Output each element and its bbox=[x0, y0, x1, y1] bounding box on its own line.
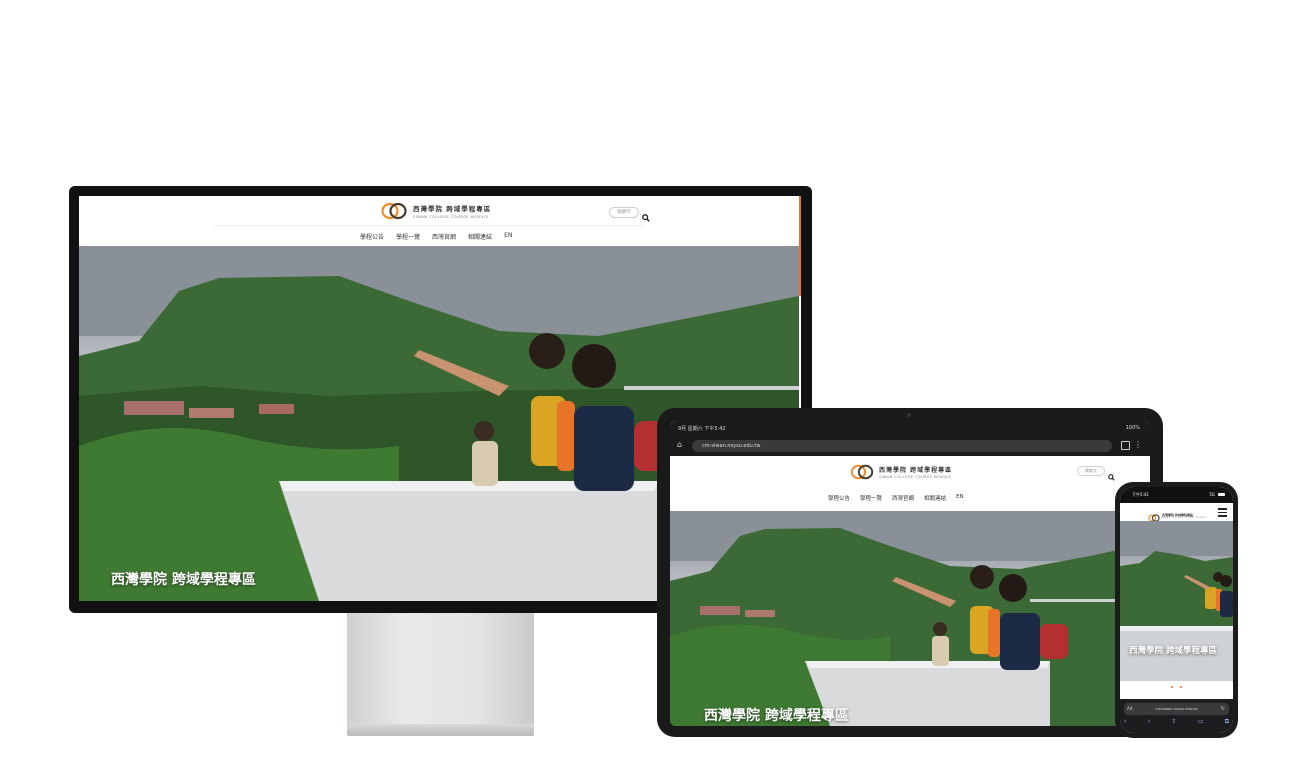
phone-site-header: 西灣學院 跨域學程專區 SIWAN COLLEGE COURSE MODULE bbox=[1120, 503, 1233, 522]
tabs-icon[interactable] bbox=[1121, 441, 1130, 450]
phone-status-bar: 下午5:41 5G bbox=[1120, 487, 1233, 503]
scrollbar[interactable] bbox=[799, 196, 801, 296]
phone-hero-image: 西灣學院 跨域學程專區 bbox=[1120, 521, 1233, 681]
site-header: 西灣學院 跨域學程專區 SIWAN COLLEGE COURSE MODULE … bbox=[79, 196, 801, 246]
tablet-camera bbox=[907, 413, 911, 417]
phone-device: 下午5:41 5G 西灣學院 跨域學程專區 SIWAN COLLEGE COUR… bbox=[1115, 482, 1238, 738]
tablet-status-bar: 9月 星期六 下午5:42 100% bbox=[670, 421, 1150, 436]
tablet-battery: 100% bbox=[1125, 425, 1140, 431]
tablet-nav-item-related-links[interactable]: 相關連結 bbox=[924, 494, 946, 502]
share-icon[interactable]: ⇪ bbox=[1171, 718, 1176, 726]
tablet-browser-bar: ⌂ cm-siwan.nsysu.edu.tw ⋮ bbox=[670, 436, 1150, 456]
phone-browser-bar: AA cm-siwan.nsysu.edu.tw ↻ ‹ › ⇪ ▭ ⧉ bbox=[1120, 699, 1233, 733]
tablet-hero-image: 西灣學院 跨域學程專區 bbox=[670, 511, 1150, 726]
tablet-logo-subtitle: SIWAN COLLEGE COURSE MODULE bbox=[879, 475, 952, 480]
phone-logo-subtitle: SIWAN COLLEGE COURSE MODULE bbox=[1162, 516, 1207, 519]
tablet-logo-icon bbox=[850, 464, 874, 484]
site-logo[interactable]: 西灣學院 跨域學程專區 SIWAN COLLEGE COURSE MODULE bbox=[381, 202, 491, 224]
tablet-search-input[interactable]: 關鍵字 bbox=[1077, 466, 1105, 476]
tablet-site-logo[interactable]: 西灣學院 跨域學程專區 SIWAN COLLEGE COURSE MODULE bbox=[850, 464, 952, 484]
nav-item-programs[interactable]: 學程一覽 bbox=[396, 232, 420, 241]
search-icon[interactable] bbox=[642, 207, 650, 226]
phone-hero-title: 西灣學院 跨域學程專區 bbox=[1129, 646, 1217, 656]
carousel-dot[interactable] bbox=[1170, 686, 1173, 688]
phone-screen: 下午5:41 5G 西灣學院 跨域學程專區 SIWAN COLLEGE COUR… bbox=[1120, 487, 1233, 733]
tablet-nav-item-announcements[interactable]: 學程公告 bbox=[828, 494, 850, 502]
tablet-nav-item-english[interactable]: EN bbox=[956, 494, 964, 502]
tablet-url-field[interactable]: cm-siwan.nsysu.edu.tw bbox=[692, 440, 1112, 452]
logo-subtitle: SIWAN COLLEGE COURSE MODULE bbox=[413, 214, 490, 219]
tablet-site-header: 西灣學院 跨域學程專區 SIWAN COLLEGE COURSE MODULE … bbox=[670, 456, 1150, 511]
tabs-icon[interactable]: ⧉ bbox=[1225, 718, 1229, 726]
hero-title: 西灣學院 跨域學程專區 bbox=[111, 572, 256, 588]
phone-browser-toolbar: ‹ › ⇪ ▭ ⧉ bbox=[1124, 718, 1229, 726]
tablet-nav-item-programs[interactable]: 學程一覽 bbox=[860, 494, 882, 502]
tablet-hero-title: 西灣學院 跨域學程專區 bbox=[704, 708, 849, 724]
tablet-logo-title: 西灣學院 跨域學程專區 bbox=[879, 467, 953, 475]
carousel-dot[interactable] bbox=[1180, 686, 1183, 688]
tablet-clock: 9月 星期六 下午5:42 bbox=[678, 426, 726, 432]
phone-clock: 下午5:41 bbox=[1132, 492, 1149, 497]
phone-signal: 5G bbox=[1209, 492, 1215, 497]
bookmarks-icon[interactable]: ▭ bbox=[1198, 718, 1204, 726]
more-menu-icon[interactable]: ⋮ bbox=[1134, 440, 1142, 449]
tablet-device: 9月 星期六 下午5:42 100% ⌂ cm-siwan.nsysu.edu.… bbox=[657, 408, 1163, 737]
battery-icon bbox=[1218, 493, 1225, 496]
main-nav: 學程公告 學程一覽 西灣官網 相關連結 EN bbox=[360, 232, 512, 241]
phone-url-field[interactable]: AA cm-siwan.nsysu.edu.tw ↻ bbox=[1124, 703, 1229, 715]
tablet-nav-item-official-site[interactable]: 西灣官網 bbox=[892, 494, 914, 502]
carousel-dots[interactable] bbox=[1120, 683, 1233, 688]
nav-item-related-links[interactable]: 相關連結 bbox=[468, 232, 492, 241]
reload-icon[interactable]: ↻ bbox=[1221, 703, 1225, 715]
logo-title: 西灣學院 跨域學程專區 bbox=[413, 205, 492, 214]
monitor-stand bbox=[347, 613, 534, 727]
forward-icon[interactable]: › bbox=[1148, 718, 1150, 726]
home-icon[interactable]: ⌂ bbox=[677, 440, 682, 449]
nav-item-announcements[interactable]: 學程公告 bbox=[360, 232, 384, 241]
aa-button[interactable]: AA bbox=[1127, 703, 1133, 715]
back-icon[interactable]: ‹ bbox=[1124, 718, 1126, 726]
hamburger-menu-icon[interactable] bbox=[1218, 508, 1227, 517]
monitor-stand-foot bbox=[347, 724, 534, 736]
tablet-search-icon[interactable] bbox=[1108, 466, 1115, 485]
tablet-main-nav: 學程公告 學程一覽 西灣官網 相關連結 EN bbox=[828, 494, 964, 502]
logo-icon bbox=[381, 202, 407, 224]
header-divider bbox=[214, 225, 644, 226]
tablet-screen: 9月 星期六 下午5:42 100% ⌂ cm-siwan.nsysu.edu.… bbox=[670, 421, 1150, 726]
search-input[interactable]: 關鍵字 bbox=[609, 207, 639, 218]
phone-url-text: cm-siwan.nsysu.edu.tw bbox=[1155, 707, 1198, 711]
nav-item-official-site[interactable]: 西灣官網 bbox=[432, 232, 456, 241]
nav-item-english[interactable]: EN bbox=[504, 232, 512, 241]
